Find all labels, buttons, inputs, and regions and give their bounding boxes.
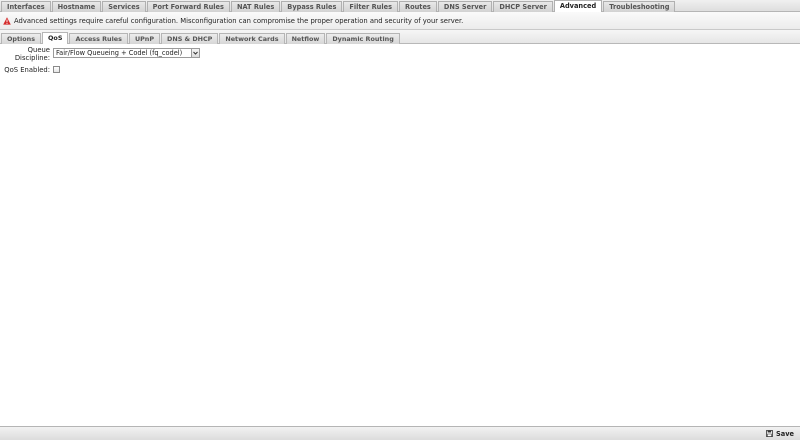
tab-services[interactable]: Services xyxy=(102,1,146,12)
tab-port-forward-rules[interactable]: Port Forward Rules xyxy=(146,1,230,12)
tab-hostname[interactable]: Hostname xyxy=(51,1,102,12)
qos-enabled-checkbox[interactable] xyxy=(53,66,60,73)
footer-bar: Save xyxy=(0,426,800,440)
subtab-qos[interactable]: QoS xyxy=(42,32,69,44)
tab-filter-rules[interactable]: Filter Rules xyxy=(343,1,398,12)
floppy-disk-icon xyxy=(766,430,773,437)
tab-routes[interactable]: Routes xyxy=(399,1,437,12)
queue-discipline-label-line1: Queue xyxy=(27,46,50,54)
subtab-access-rules[interactable]: Access Rules xyxy=(69,33,128,44)
subtab-netflow[interactable]: Netflow xyxy=(285,33,326,44)
tab-troubleshooting[interactable]: Troubleshooting xyxy=(603,1,676,12)
sub-tab-bar: Options QoS Access Rules UPnP DNS & DHCP Netw… xyxy=(0,30,800,44)
warning-banner: Advanced settings require careful config… xyxy=(0,12,800,30)
queue-discipline-label-line2: Discipline: xyxy=(14,54,50,62)
tab-dns-server[interactable]: DNS Server xyxy=(437,1,493,12)
tab-dhcp-server[interactable]: DHCP Server xyxy=(493,1,553,12)
top-tabs: Interfaces Hostname Services Port Forward R… xyxy=(1,0,676,12)
tab-advanced[interactable]: Advanced xyxy=(553,0,603,12)
sub-tabs: Options QoS Access Rules UPnP DNS & DHCP Netw… xyxy=(1,32,401,44)
warning-icon xyxy=(3,16,11,25)
save-label: Save xyxy=(776,429,794,438)
queue-discipline-select[interactable]: Fair/Flow Queueing + Codel (fq_codel) xyxy=(53,48,200,58)
queue-discipline-value: Fair/Flow Queueing + Codel (fq_codel) xyxy=(56,49,183,57)
qos-enabled-label: QoS Enabled: xyxy=(4,66,50,74)
top-tab-bar: Interfaces Hostname Services Port Forward R… xyxy=(0,0,800,12)
subtab-dns-and-dhcp[interactable]: DNS & DHCP xyxy=(161,33,219,44)
tab-interfaces[interactable]: Interfaces xyxy=(1,1,51,12)
save-button[interactable]: Save xyxy=(766,429,794,438)
subtab-dynamic-routing[interactable]: Dynamic Routing xyxy=(326,33,400,44)
subtab-upnp[interactable]: UPnP xyxy=(128,33,161,44)
warning-text: Advanced settings require careful config… xyxy=(14,16,464,25)
tab-nat-rules[interactable]: NAT Rules xyxy=(230,1,281,12)
queue-discipline-label: Queue Discipline: xyxy=(0,46,50,62)
subtab-network-cards[interactable]: Network Cards xyxy=(219,33,285,44)
chevron-down-icon xyxy=(191,49,199,57)
subtab-options[interactable]: Options xyxy=(1,33,41,44)
tab-bypass-rules[interactable]: Bypass Rules xyxy=(281,1,343,12)
